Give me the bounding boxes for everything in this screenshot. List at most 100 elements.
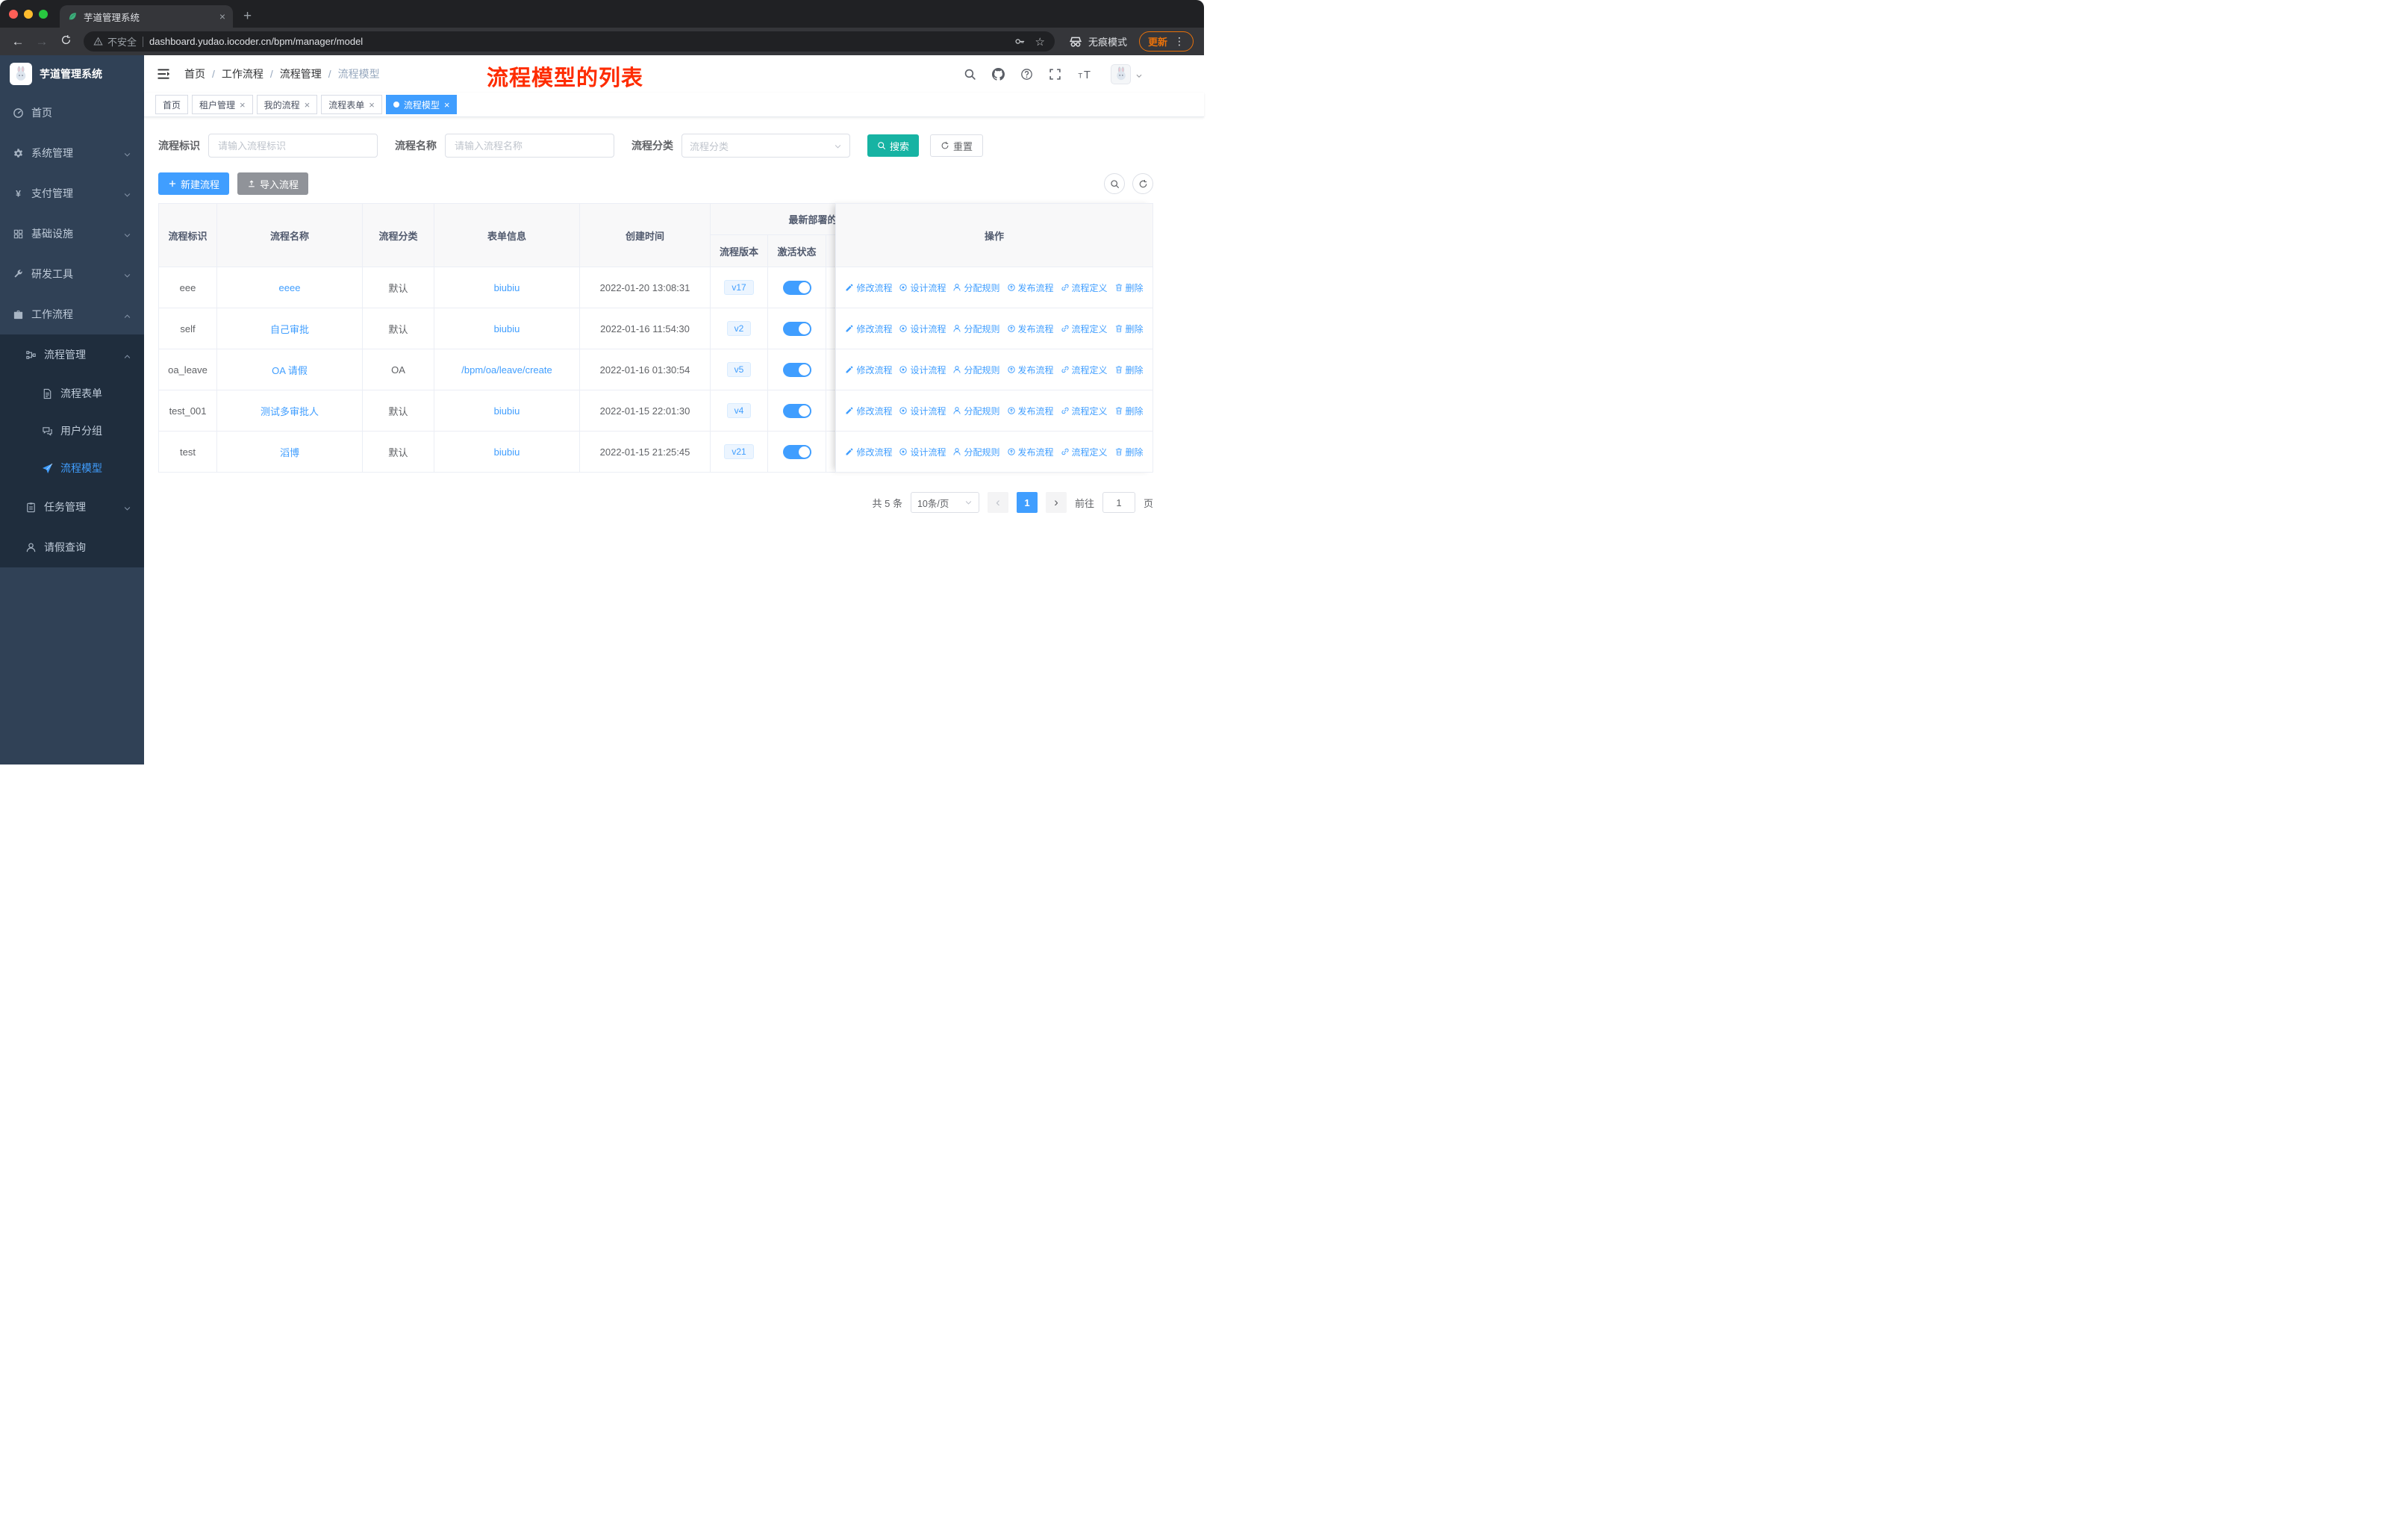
delete-link[interactable]: 删除 <box>1114 364 1144 376</box>
assign-rule-link[interactable]: 分配规则 <box>952 446 1000 458</box>
modify-process-link[interactable]: 修改流程 <box>845 364 892 376</box>
assign-rule-link[interactable]: 分配规则 <box>952 405 1000 417</box>
import-process-button[interactable]: 导入流程 <box>237 172 309 195</box>
form-info-link[interactable]: /bpm/oa/leave/create <box>461 364 552 376</box>
sidebar-item-devtools[interactable]: 研发工具 <box>0 254 144 294</box>
assign-rule-link[interactable]: 分配规则 <box>952 364 1000 376</box>
process-name-link[interactable]: eeee <box>279 282 301 293</box>
browser-tab[interactable]: 芋道管理系统 × <box>60 5 233 28</box>
forward-button[interactable]: → <box>31 34 52 49</box>
design-process-link[interactable]: 设计流程 <box>899 281 946 294</box>
process-name-link[interactable]: OA 请假 <box>272 365 308 376</box>
breadcrumb-home[interactable]: 首页 <box>184 66 205 81</box>
sidebar-item-home[interactable]: 首页 <box>0 93 144 133</box>
process-definition-link[interactable]: 流程定义 <box>1061 405 1108 417</box>
process-name-input[interactable] <box>445 134 614 158</box>
process-name-link[interactable]: 自己审批 <box>270 324 309 335</box>
publish-process-link[interactable]: 发布流程 <box>1007 405 1054 417</box>
modify-process-link[interactable]: 修改流程 <box>845 281 892 294</box>
browser-menu-update[interactable]: 更新 ⋮ <box>1138 31 1194 52</box>
sidebar-item-payment[interactable]: 支付管理 <box>0 173 144 214</box>
next-page-button[interactable]: › <box>1045 492 1067 513</box>
tag-process-model-active[interactable]: 流程模型 × <box>385 95 458 114</box>
publish-process-link[interactable]: 发布流程 <box>1007 364 1054 376</box>
hide-search-button[interactable] <box>1104 173 1125 194</box>
publish-process-link[interactable]: 发布流程 <box>1007 281 1054 294</box>
refresh-table-button[interactable] <box>1132 173 1153 194</box>
active-toggle[interactable] <box>782 444 811 459</box>
close-icon[interactable]: × <box>240 100 246 110</box>
design-process-link[interactable]: 设计流程 <box>899 446 946 458</box>
process-definition-link[interactable]: 流程定义 <box>1061 446 1108 458</box>
tag-tenant-management[interactable]: 租户管理 × <box>192 95 253 114</box>
breadcrumb-process-management[interactable]: 流程管理 <box>280 66 322 81</box>
assign-rule-link[interactable]: 分配规则 <box>952 323 1000 335</box>
minimize-window-button[interactable] <box>24 9 33 19</box>
sidebar-item-system[interactable]: 系统管理 <box>0 133 144 173</box>
font-size-icon[interactable] <box>1077 68 1095 81</box>
assign-rule-link[interactable]: 分配规则 <box>952 281 1000 294</box>
sidebar-item-task-management[interactable]: 任务管理 <box>0 487 144 527</box>
hamburger-fold-icon[interactable] <box>156 66 171 81</box>
process-definition-link[interactable]: 流程定义 <box>1061 323 1108 335</box>
bookmark-star-icon[interactable]: ☆ <box>1035 35 1045 49</box>
publish-process-link[interactable]: 发布流程 <box>1007 446 1054 458</box>
form-info-link[interactable]: biubiu <box>494 405 520 417</box>
fullscreen-icon[interactable] <box>1049 68 1061 81</box>
design-process-link[interactable]: 设计流程 <box>899 405 946 417</box>
search-icon[interactable] <box>964 68 976 81</box>
tag-process-form[interactable]: 流程表单 × <box>321 95 382 114</box>
new-tab-button[interactable]: + <box>243 8 252 25</box>
current-page-button[interactable]: 1 <box>1016 492 1038 513</box>
reload-button[interactable] <box>55 34 76 49</box>
prev-page-button[interactable]: ‹ <box>987 492 1008 513</box>
kebab-menu-icon[interactable]: ⋮ <box>1174 35 1185 48</box>
breadcrumb-workflow[interactable]: 工作流程 <box>222 66 263 81</box>
delete-link[interactable]: 删除 <box>1114 405 1144 417</box>
process-name-link[interactable]: 滔博 <box>280 447 299 458</box>
search-button[interactable]: 搜索 <box>867 134 920 157</box>
design-process-link[interactable]: 设计流程 <box>899 364 946 376</box>
active-toggle[interactable] <box>782 280 811 295</box>
process-definition-link[interactable]: 流程定义 <box>1061 364 1108 376</box>
process-category-select[interactable]: 流程分类 <box>681 134 850 158</box>
tab-close-icon[interactable]: × <box>219 10 225 22</box>
sidebar-item-process-form[interactable]: 流程表单 <box>0 375 144 412</box>
delete-link[interactable]: 删除 <box>1114 446 1144 458</box>
form-info-link[interactable]: biubiu <box>494 282 520 293</box>
create-process-button[interactable]: 新建流程 <box>158 172 230 195</box>
delete-link[interactable]: 删除 <box>1114 281 1144 294</box>
page-size-select[interactable]: 10条/页 <box>910 492 979 513</box>
reset-button[interactable]: 重置 <box>930 134 984 157</box>
form-info-link[interactable]: biubiu <box>494 446 520 458</box>
delete-link[interactable]: 删除 <box>1114 323 1144 335</box>
tag-home[interactable]: 首页 <box>155 95 189 114</box>
back-button[interactable]: ← <box>7 34 28 49</box>
sidebar-item-process-management[interactable]: 流程管理 <box>0 334 144 375</box>
close-icon[interactable]: × <box>444 100 450 110</box>
publish-process-link[interactable]: 发布流程 <box>1007 323 1054 335</box>
github-icon[interactable] <box>992 68 1005 81</box>
user-avatar-menu[interactable] <box>1111 63 1143 84</box>
help-icon[interactable] <box>1020 68 1033 81</box>
security-indicator[interactable]: 不安全 <box>93 34 137 49</box>
modify-process-link[interactable]: 修改流程 <box>845 446 892 458</box>
sidebar-item-process-model[interactable]: 流程模型 <box>0 449 144 487</box>
active-toggle[interactable] <box>782 403 811 418</box>
design-process-link[interactable]: 设计流程 <box>899 323 946 335</box>
close-icon[interactable]: × <box>369 100 375 110</box>
modify-process-link[interactable]: 修改流程 <box>845 323 892 335</box>
form-info-link[interactable]: biubiu <box>494 323 520 334</box>
app-logo[interactable]: 芋道管理系统 <box>0 55 144 93</box>
process-name-link[interactable]: 测试多审批人 <box>261 406 319 417</box>
sidebar-item-leave-query[interactable]: 请假查询 <box>0 527 144 567</box>
sidebar-item-infrastructure[interactable]: 基础设施 <box>0 214 144 254</box>
tag-my-process[interactable]: 我的流程 × <box>256 95 318 114</box>
process-id-input[interactable] <box>208 134 378 158</box>
close-window-button[interactable] <box>9 9 18 19</box>
close-icon[interactable]: × <box>305 100 311 110</box>
active-toggle[interactable] <box>782 321 811 336</box>
password-key-icon[interactable] <box>1014 36 1026 47</box>
address-bar[interactable]: 不安全 dashboard.yudao.iocoder.cn/bpm/manag… <box>84 31 1055 52</box>
modify-process-link[interactable]: 修改流程 <box>845 405 892 417</box>
